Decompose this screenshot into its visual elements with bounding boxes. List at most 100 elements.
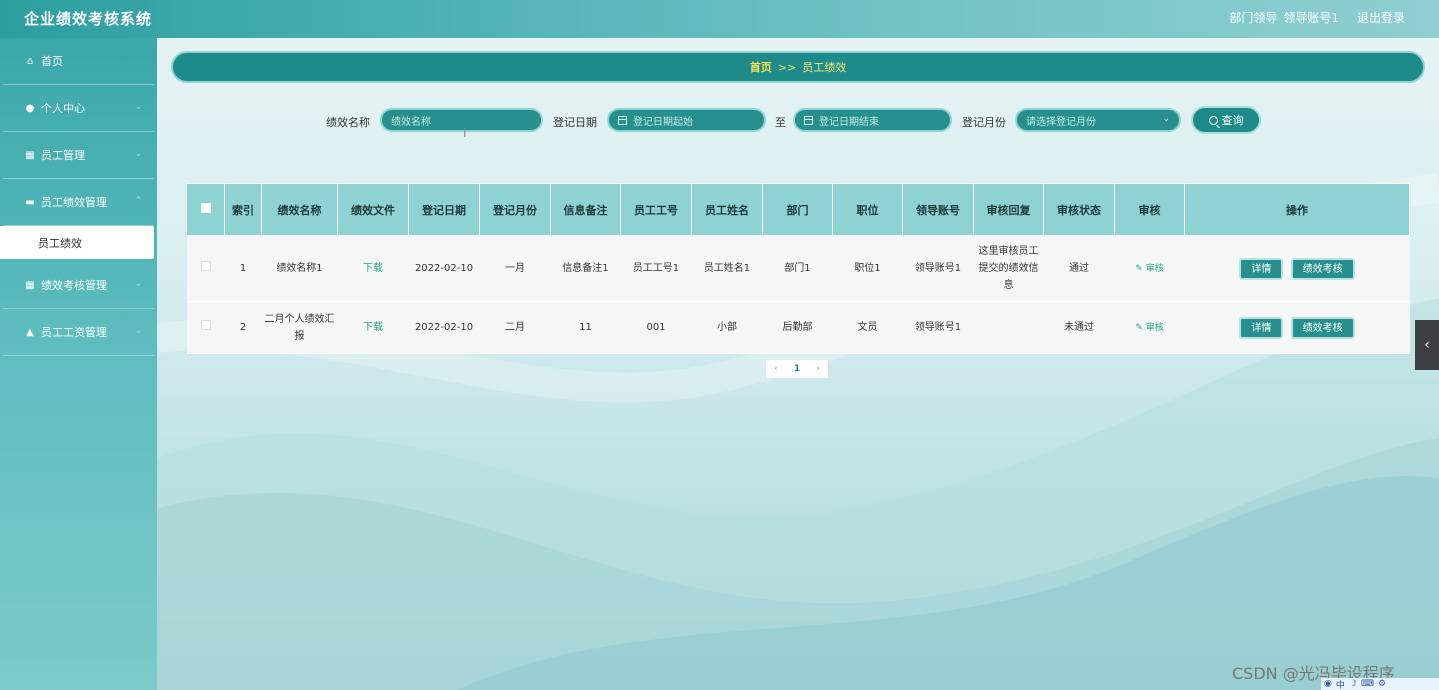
- page-number[interactable]: 1: [794, 364, 800, 374]
- audit-link-label: 审核: [1145, 263, 1164, 274]
- app-title: 企业绩效考核系统: [24, 10, 153, 28]
- row-checkbox[interactable]: [200, 320, 211, 330]
- ime-icon[interactable]: ◉: [1324, 679, 1332, 689]
- sidebar-item-home[interactable]: ⌂ 首页: [3, 38, 154, 85]
- breadcrumb: 首页 >> 员工绩效: [171, 51, 1425, 83]
- audit-link[interactable]: ✎ 审核: [1135, 323, 1163, 333]
- breadcrumb-home[interactable]: 首页: [750, 59, 772, 75]
- edit-icon: ✎: [1135, 322, 1146, 333]
- cell-leader: 领导账号1: [902, 301, 974, 354]
- grid-icon: ▦: [25, 149, 35, 161]
- audit-link[interactable]: ✎ 审核: [1135, 264, 1163, 274]
- detail-button[interactable]: 详情: [1239, 257, 1284, 280]
- cell-file: 下载: [337, 235, 409, 302]
- chevron-left-icon: ‹: [1424, 337, 1430, 353]
- cell-note: 信息备注1: [550, 235, 621, 302]
- pagination: ‹ 1 ›: [766, 360, 828, 378]
- month-select[interactable]: 请选择登记月份 ⌄: [1015, 108, 1181, 132]
- edit-icon: ✎: [1135, 263, 1146, 274]
- calendar-icon: [618, 115, 627, 125]
- header-name: 绩效名称: [261, 183, 338, 236]
- search-name-placeholder: 绩效名称: [391, 116, 431, 128]
- select-all-checkbox[interactable]: [200, 203, 211, 213]
- performance-review-button[interactable]: 绩效考核: [1290, 257, 1355, 280]
- header-leader: 领导账号: [902, 183, 974, 236]
- header-note: 信息备注: [550, 183, 621, 236]
- cell-index: 2: [224, 301, 262, 354]
- grid-icon: ▦: [25, 279, 35, 291]
- cell-file: 下载: [337, 301, 409, 354]
- performance-review-button[interactable]: 绩效考核: [1290, 316, 1355, 339]
- logout-button[interactable]: 退出登录: [1357, 9, 1405, 26]
- select-all-cell[interactable]: [186, 183, 225, 236]
- date-end-input[interactable]: 登记日期结束: [793, 108, 952, 132]
- download-link[interactable]: 下载: [363, 263, 383, 274]
- cell-emp-no: 员工工号1: [620, 235, 692, 302]
- query-button[interactable]: 查询: [1191, 106, 1261, 134]
- performance-table: 索引 绩效名称 绩效文件 登记日期 登记月份 信息备注 员工工号 员工姓名 部门…: [186, 183, 1410, 354]
- cell-dept: 部门1: [762, 235, 833, 302]
- moon-icon[interactable]: ☽: [1349, 679, 1357, 689]
- search-name-input[interactable]: 绩效名称: [380, 108, 543, 132]
- header-audit: 审核: [1114, 183, 1185, 236]
- header-dept: 部门: [762, 183, 833, 236]
- header-index: 索引: [224, 183, 262, 236]
- chevron-down-icon: ⌄: [1162, 114, 1170, 124]
- header-position: 职位: [832, 183, 903, 236]
- cell-position: 文员: [832, 301, 903, 354]
- sidebar-item-label: 员工管理: [41, 149, 85, 162]
- user-area: 部门领导 领导账号1 退出登录: [1229, 9, 1405, 26]
- chevron-down-icon: ⌄: [134, 326, 142, 336]
- cell-note: 11: [550, 301, 621, 354]
- home-icon: ⌂: [26, 55, 34, 67]
- cell-status: 通过: [1043, 235, 1115, 302]
- calendar-icon: [804, 115, 813, 125]
- next-page-icon[interactable]: ›: [816, 364, 820, 374]
- settings-icon[interactable]: ⚙: [1378, 679, 1386, 689]
- download-link[interactable]: 下载: [363, 322, 383, 333]
- collapse-panel-button[interactable]: ‹: [1415, 320, 1439, 370]
- prev-page-icon[interactable]: ‹: [774, 364, 778, 374]
- row-select-cell[interactable]: [186, 235, 225, 302]
- cell-name: 二月个人绩效汇报: [261, 301, 338, 354]
- search-bar: 绩效名称 绩效名称 登记日期 登记日期起始 至 登记日期结束 登记月份 请选择登…: [0, 106, 1439, 136]
- cell-status: 未通过: [1043, 301, 1115, 354]
- chat-icon: ▬: [25, 196, 35, 208]
- header-reply: 审核回复: [973, 183, 1044, 236]
- search-icon: [1208, 115, 1218, 125]
- cell-emp-no: 001: [620, 301, 692, 354]
- date-end-placeholder: 登记日期结束: [819, 116, 879, 128]
- date-start-input[interactable]: 登记日期起始: [607, 108, 766, 132]
- header-file: 绩效文件: [337, 183, 409, 236]
- header-actions: 操作: [1184, 183, 1410, 236]
- ime-language[interactable]: 中: [1336, 678, 1345, 690]
- header-emp-no: 员工工号: [620, 183, 692, 236]
- sidebar-item-performance-management[interactable]: ▬ 员工绩效管理 ⌃: [3, 179, 154, 226]
- audit-link-label: 审核: [1145, 322, 1164, 333]
- detail-button[interactable]: 详情: [1239, 316, 1284, 339]
- sidebar-item-salary-management[interactable]: ▲ 员工工资管理 ⌄: [3, 309, 154, 356]
- row-select-cell[interactable]: [186, 301, 225, 354]
- sidebar-item-assessment-management[interactable]: ▦ 绩效考核管理 ⌄: [3, 262, 154, 309]
- search-month-label: 登记月份: [962, 116, 1006, 129]
- cell-audit: ✎ 审核: [1114, 235, 1185, 302]
- keyboard-icon[interactable]: ⌨: [1361, 679, 1374, 689]
- bank-icon: ▲: [26, 326, 34, 338]
- cell-actions: 详情 绩效考核: [1184, 235, 1410, 302]
- sidebar-item-label: 绩效考核管理: [41, 279, 107, 292]
- table-row: 1 绩效名称1 下载 2022-02-10 一月 信息备注1 员工工号1 员工姓…: [186, 235, 1410, 302]
- row-checkbox[interactable]: [200, 261, 211, 271]
- cell-emp-name: 小部: [691, 301, 763, 354]
- submenu-item-employee-performance[interactable]: 员工绩效: [0, 226, 154, 259]
- cell-month: 一月: [479, 235, 551, 302]
- cell-emp-name: 员工姓名1: [691, 235, 763, 302]
- chevron-down-icon: ⌄: [134, 279, 142, 289]
- text-cursor-icon: I: [463, 126, 467, 140]
- system-tray: ◉ 中 ☽ ⌨ ⚙: [1321, 678, 1439, 690]
- table-header-row: 索引 绩效名称 绩效文件 登记日期 登记月份 信息备注 员工工号 员工姓名 部门…: [186, 183, 1410, 236]
- sidebar-item-label: 员工工资管理: [41, 326, 107, 339]
- date-to-label: 至: [775, 116, 786, 129]
- top-bar: 企业绩效考核系统 部门领导 领导账号1 退出登录: [0, 0, 1439, 38]
- sidebar-item-employee-management[interactable]: ▦ 员工管理 ⌄: [3, 132, 154, 179]
- cell-position: 职位1: [832, 235, 903, 302]
